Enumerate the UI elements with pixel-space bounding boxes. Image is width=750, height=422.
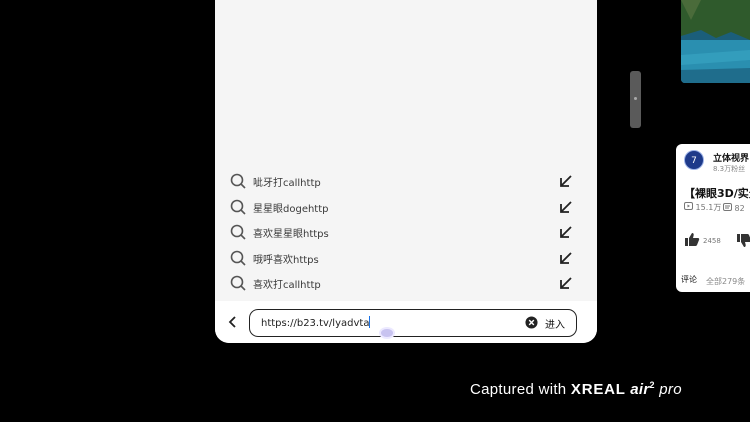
view-count: 15.1万	[695, 203, 722, 212]
arrow-up-left-fill-icon[interactable]	[558, 275, 574, 291]
url-input[interactable]: https://b23.tv/lyadvta 进入	[249, 309, 577, 337]
suggestion-item[interactable]: 喜欢打callhttp	[215, 270, 597, 296]
url-input-value: https://b23.tv/lyadvta	[261, 318, 370, 329]
suggestion-text: 哦呼喜欢https	[253, 254, 319, 266]
danmaku-icon	[723, 203, 732, 211]
arrow-up-left-fill-icon[interactable]	[558, 250, 574, 266]
video-title[interactable]: 【裸眼3D/实景	[684, 185, 750, 201]
all-comments-link[interactable]: 全部279条	[706, 276, 745, 287]
browser-panel: 呲牙打callhttp 星星眼dogehttp 喜欢星星眼https 哦呼喜欢h…	[215, 0, 597, 343]
suggestion-item[interactable]: 喜欢星星眼https	[215, 219, 597, 245]
channel-avatar[interactable]: 7	[684, 150, 704, 170]
danmaku-count: 82	[734, 204, 745, 213]
suggestion-item[interactable]: 哦呼喜欢https	[215, 245, 597, 271]
suggestion-text: 呲牙打callhttp	[253, 178, 321, 189]
chevron-left-icon[interactable]	[227, 314, 239, 330]
suggestion-item[interactable]: 呲牙打callhttp	[215, 168, 597, 194]
thumbs-down-icon[interactable]	[736, 233, 750, 248]
fan-count: 8.3万粉丝	[713, 165, 746, 173]
watermark-model: air	[630, 381, 650, 398]
like-count: 2458	[703, 237, 721, 245]
watermark-brand: XREAL	[570, 381, 626, 398]
suggestion-text: 喜欢星星眼https	[253, 229, 329, 240]
suggestion-list: 呲牙打callhttp 星星眼dogehttp 喜欢星星眼https 哦呼喜欢h…	[215, 168, 597, 296]
lake-mountain-image	[681, 0, 750, 83]
comment-tab[interactable]: 评论	[681, 274, 697, 285]
thumbs-up-icon[interactable]	[684, 232, 700, 247]
video-card[interactable]: 7 立体视界 8.3万粉丝 【裸眼3D/实景 15.1万 82 2458 评论 …	[676, 144, 750, 292]
capture-watermark: Captured with XREAL air2 pro	[470, 380, 682, 398]
suggestion-text: 喜欢打callhttp	[253, 280, 321, 291]
landscape-thumbnail[interactable]	[681, 0, 750, 83]
side-scroll-handle[interactable]	[630, 71, 641, 128]
enter-button[interactable]: 进入	[545, 316, 565, 331]
watermark-suffix: pro	[659, 381, 682, 398]
watermark-superscript: 2	[649, 380, 655, 390]
watermark-prefix: Captured with	[470, 381, 571, 398]
search-icon	[230, 199, 246, 215]
search-icon	[230, 250, 246, 266]
arrow-up-left-fill-icon[interactable]	[558, 224, 574, 240]
suggestion-item[interactable]: 星星眼dogehttp	[215, 194, 597, 220]
search-icon	[230, 275, 246, 291]
play-count-icon	[684, 202, 693, 210]
arrow-up-left-fill-icon[interactable]	[558, 199, 574, 215]
suggestion-text: 星星眼dogehttp	[253, 203, 329, 215]
search-icon	[230, 224, 246, 240]
url-bar: https://b23.tv/lyadvta 进入	[215, 301, 597, 343]
channel-name[interactable]: 立体视界	[713, 151, 749, 164]
text-caret	[369, 316, 371, 328]
window-drag-handle[interactable]	[379, 327, 395, 339]
arrow-up-left-fill-icon[interactable]	[558, 173, 574, 189]
search-icon	[230, 173, 246, 189]
clear-icon[interactable]	[525, 316, 538, 329]
